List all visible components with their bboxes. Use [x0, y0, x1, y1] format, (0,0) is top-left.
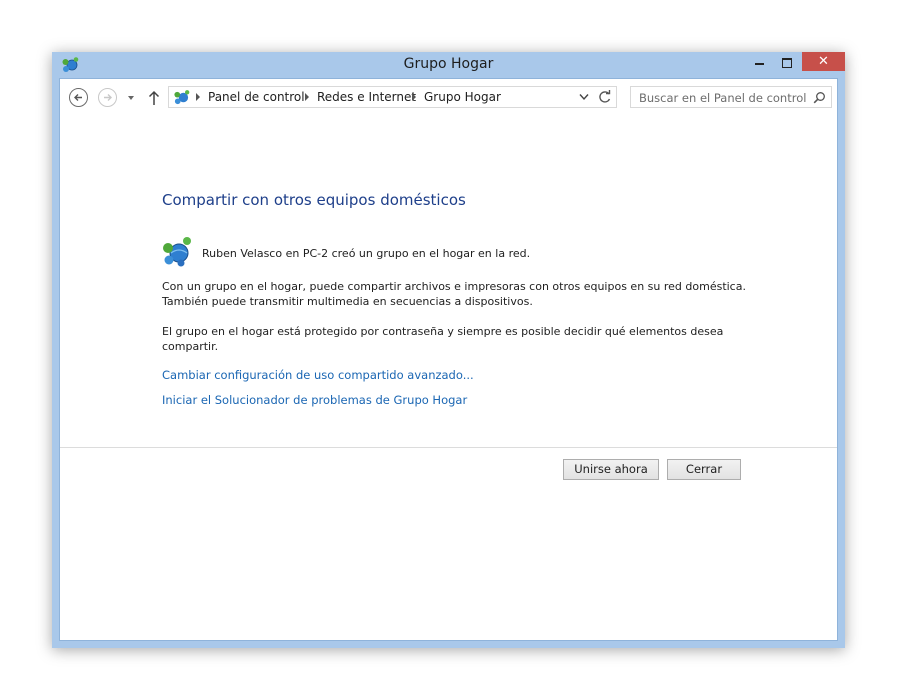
- maximize-icon: [782, 57, 792, 68]
- recent-locations-chevron-icon[interactable]: [126, 93, 136, 103]
- homegroup-icon: [163, 237, 191, 267]
- description-line: Con un grupo en el hogar, puede comparti…: [162, 280, 746, 293]
- join-now-button[interactable]: Unirse ahora: [563, 459, 659, 480]
- maximize-button[interactable]: [774, 52, 800, 72]
- breadcrumb-grupo-hogar[interactable]: Grupo Hogar: [424, 90, 501, 104]
- search-icon[interactable]: [813, 91, 826, 104]
- back-button[interactable]: [69, 88, 88, 107]
- up-arrow-icon[interactable]: [148, 89, 160, 106]
- breadcrumb-separator-icon[interactable]: [304, 93, 310, 101]
- window-content: Panel de control Redes e Internet Grupo …: [59, 78, 838, 641]
- password-info-line: El grupo en el hogar está protegido por …: [162, 325, 724, 338]
- breadcrumb-separator-icon[interactable]: [195, 93, 201, 101]
- search-box[interactable]: Buscar en el Panel de control: [630, 86, 832, 108]
- window-title: Grupo Hogar: [403, 56, 494, 72]
- breadcrumb-panel-de-control[interactable]: Panel de control: [208, 90, 305, 104]
- refresh-button[interactable]: [595, 86, 617, 108]
- breadcrumb-separator-icon[interactable]: [411, 93, 417, 101]
- refresh-icon: [599, 90, 611, 103]
- arrow-left-icon: [74, 94, 82, 101]
- address-dropdown-icon[interactable]: [579, 93, 589, 101]
- description-line: También puede transmitir multimedia en s…: [162, 295, 533, 308]
- advanced-sharing-link[interactable]: Cambiar configuración de uso compartido …: [162, 368, 474, 382]
- page-title: Compartir con otros equipos domésticos: [162, 191, 466, 209]
- close-window-button[interactable]: ✕: [802, 52, 845, 71]
- troubleshooter-link[interactable]: Iniciar el Solucionador de problemas de …: [162, 393, 467, 407]
- divider: [60, 447, 837, 448]
- password-info-line: compartir.: [162, 340, 219, 353]
- navigation-bar: Panel de control Redes e Internet Grupo …: [60, 79, 837, 119]
- control-panel-icon: [174, 90, 190, 105]
- close-button[interactable]: Cerrar: [667, 459, 741, 480]
- close-icon: ✕: [818, 54, 829, 69]
- minimize-button[interactable]: [746, 52, 772, 72]
- creator-message: Ruben Velasco en PC-2 creó un grupo en e…: [202, 247, 531, 260]
- title-bar[interactable]: Grupo Hogar ✕: [52, 52, 845, 78]
- address-bar[interactable]: Panel de control Redes e Internet Grupo …: [168, 86, 617, 108]
- arrow-right-icon: [104, 94, 112, 101]
- minimize-icon: [754, 62, 764, 65]
- forward-button[interactable]: [98, 88, 117, 107]
- homegroup-window: Grupo Hogar ✕ Panel de control Redes e I…: [52, 52, 845, 648]
- breadcrumb-redes-e-internet[interactable]: Redes e Internet: [317, 90, 416, 104]
- search-placeholder[interactable]: Buscar en el Panel de control: [639, 91, 806, 105]
